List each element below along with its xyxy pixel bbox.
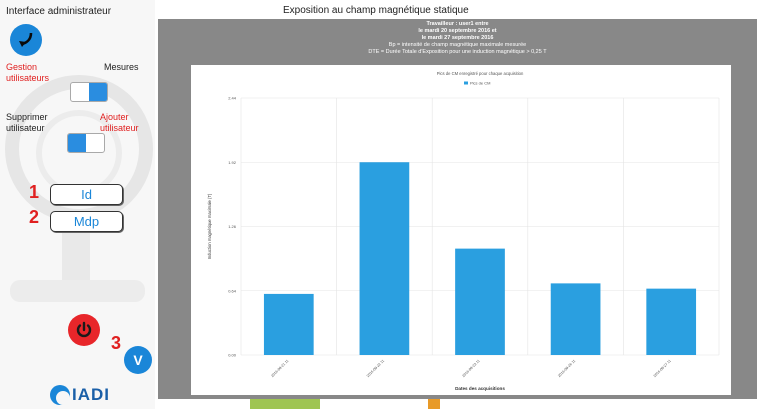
- admin-title: Interface administrateur: [6, 6, 112, 17]
- power-button[interactable]: [68, 314, 100, 346]
- measurement-info: Travailleur : user1 entre le mardi 20 se…: [158, 21, 757, 56]
- chart-card: Pics de CM enregistré pour chaque acquis…: [191, 65, 731, 395]
- gestion-line2: utilisateurs: [6, 73, 50, 83]
- supprimer-line2: utilisateur: [6, 123, 45, 133]
- curved-arrow-icon: [19, 32, 33, 47]
- back-button[interactable]: [10, 24, 42, 56]
- id-field[interactable]: Id: [50, 184, 123, 205]
- x-tick-label: 2016-09-27 11: [653, 359, 672, 378]
- password-field[interactable]: Mdp: [50, 211, 123, 232]
- bar: [359, 162, 410, 355]
- user-action-toggle-switch[interactable]: [67, 133, 105, 153]
- legend-swatch: [464, 81, 468, 85]
- mesures-label: Mesures: [104, 62, 139, 72]
- bar: [550, 283, 601, 355]
- power-icon: [76, 321, 92, 338]
- y-axis-label: Induction magnétique maximale (T): [207, 193, 212, 259]
- supprimer-utilisateur-label: Supprimer utilisateur: [6, 112, 48, 134]
- supprimer-line1: Supprimer: [6, 112, 48, 122]
- legend-label: Pics de CM: [470, 81, 490, 86]
- bar: [646, 288, 697, 355]
- info-bp-definition: Bp = intensité de champ magnétique maxim…: [388, 42, 527, 48]
- admin-panel: Interface administrateur Gestion utilisa…: [0, 0, 155, 409]
- y-tick-label: 1.26: [228, 224, 237, 229]
- iadi-logo-icon: [50, 385, 70, 405]
- iadi-logo: IADI: [50, 385, 110, 405]
- info-dte-definition: DTE = Durée Totale d'Exposition pour une…: [368, 49, 547, 55]
- gestion-line1: Gestion: [6, 62, 38, 72]
- bar-chart: Pics de CM enregistré pour chaque acquis…: [207, 71, 720, 391]
- orange-tab[interactable]: [428, 399, 440, 409]
- x-tick-label: 2016-09-21 11: [270, 359, 289, 378]
- ajouter-utilisateur-link[interactable]: Ajouter utilisateur: [100, 112, 152, 134]
- toggle-knob: [68, 134, 86, 152]
- ajouter-line2: utilisateur: [100, 123, 139, 133]
- step-number-1: 1: [29, 182, 40, 202]
- y-tick-label: 0.00: [228, 353, 237, 358]
- panel-title: Exposition au champ magnétique statique: [283, 5, 469, 16]
- info-worker: Travailleur : user1 entre: [426, 21, 489, 27]
- chart-title: Pics de CM enregistré pour chaque acquis…: [437, 71, 524, 76]
- y-tick-label: 0.64: [228, 288, 237, 293]
- x-tick-label: 2016-09-22 11: [366, 359, 385, 378]
- toggle-knob: [89, 83, 107, 101]
- mode-toggle-switch[interactable]: [70, 82, 108, 102]
- x-tick-label: 2016-09-23 11: [462, 359, 481, 378]
- ajouter-line1: Ajouter: [100, 112, 129, 122]
- step-number-3: 3: [111, 333, 122, 353]
- measurement-panel: Travailleur : user1 entre le mardi 20 se…: [158, 19, 757, 399]
- validate-button[interactable]: V: [124, 346, 152, 374]
- bar: [263, 293, 314, 355]
- iadi-logo-text: IADI: [72, 385, 110, 404]
- bottom-strip: [158, 399, 757, 409]
- step-number-2: 2: [29, 207, 40, 227]
- x-axis-label: Dates des acquisitions: [455, 386, 505, 391]
- info-date-end: le mardi 27 septembre 2016: [421, 35, 494, 41]
- y-tick-label: 2.44: [228, 96, 237, 101]
- dashboard-decoration: [10, 280, 145, 302]
- gestion-utilisateurs-link[interactable]: Gestion utilisateurs: [6, 62, 66, 84]
- x-tick-label: 2016-09-26 11: [557, 359, 576, 378]
- y-tick-label: 1.92: [228, 160, 237, 165]
- info-date-start: le mardi 20 septembre 2016 et: [418, 28, 497, 34]
- bar: [455, 248, 505, 355]
- green-tab[interactable]: [250, 399, 320, 409]
